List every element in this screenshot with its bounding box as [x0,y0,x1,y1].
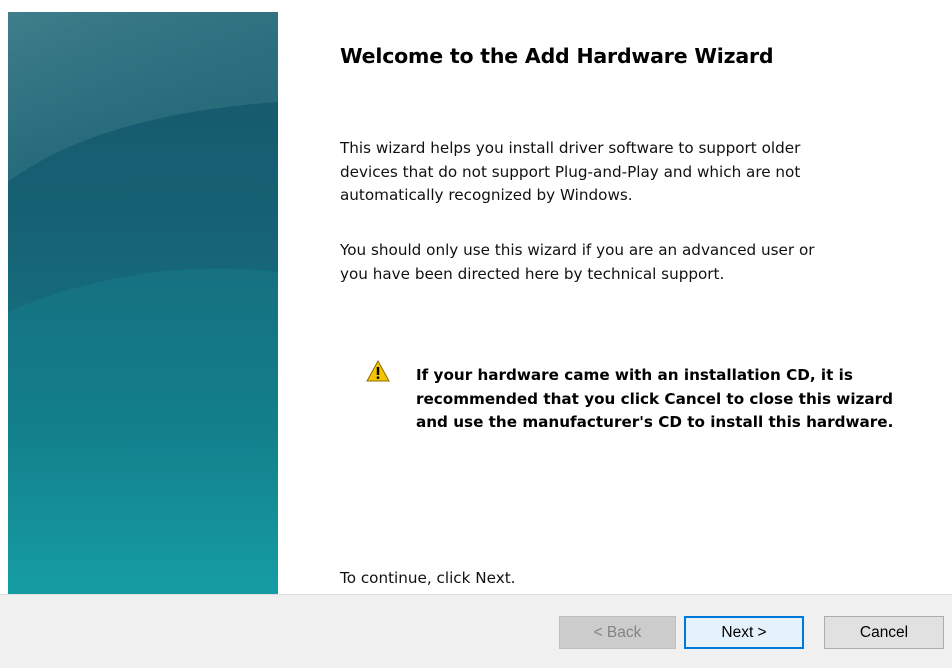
wizard-side-banner [8,12,278,594]
warning-text: If your hardware came with an installati… [416,364,893,435]
intro-line: devices that do not support Plug-and-Pla… [340,162,801,181]
intro-paragraph: This wizard helps you install driver sof… [340,137,900,208]
warning-icon [366,360,390,382]
intro-line: This wizard helps you install driver sof… [340,139,801,157]
add-hardware-wizard: Welcome to the Add Hardware Wizard This … [0,0,952,668]
banner-decoration [8,12,278,594]
button-bar: < Back Next > Cancel [0,594,952,668]
advice-line: you have been directed here by technical… [340,264,725,283]
cancel-button[interactable]: Cancel [824,616,944,649]
warning-line: and use the manufacturer's CD to install… [416,413,894,431]
advice-line: You should only use this wizard if you a… [340,241,815,259]
continue-instruction: To continue, click Next. [340,569,516,587]
page-title: Welcome to the Add Hardware Wizard [340,44,774,68]
advice-paragraph: You should only use this wizard if you a… [340,239,900,286]
warning-line: If your hardware came with an installati… [416,366,853,384]
next-button[interactable]: Next > [684,616,804,649]
warning-line: recommended that you click Cancel to clo… [416,389,893,408]
intro-line: automatically recognized by Windows. [340,186,633,204]
back-button[interactable]: < Back [559,616,676,649]
next-button-label: Next > [721,623,767,641]
